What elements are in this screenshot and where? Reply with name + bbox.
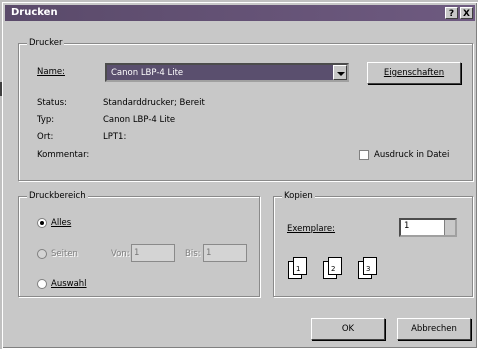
copies-group-label: Kopien	[282, 191, 315, 201]
status-value: Standarddrucker; Bereit	[103, 98, 205, 108]
type-label: Typ:	[37, 115, 55, 125]
to-label: Bis:	[185, 249, 201, 259]
collate-page-front: 2	[328, 257, 342, 275]
copies-count-spinner[interactable]: 1	[399, 218, 457, 237]
range-selection-label[interactable]: Auswahl	[51, 279, 87, 289]
copies-count-label: Exemplare:	[287, 224, 336, 234]
location-label: Ort:	[37, 132, 54, 142]
from-label: Von:	[111, 249, 130, 259]
status-label: Status:	[37, 98, 67, 108]
copies-count-value: 1	[404, 221, 410, 231]
print-to-file-checkbox[interactable]	[359, 150, 369, 160]
properties-button-label: Eigenschaften	[383, 68, 445, 78]
range-pages-radio[interactable]	[37, 249, 47, 259]
copies-group: Kopien	[273, 191, 473, 297]
ok-button[interactable]: OK	[311, 318, 385, 340]
close-button[interactable]: X	[460, 7, 473, 19]
collate-page-number: 3	[366, 265, 371, 273]
spinner-arrows-icon[interactable]	[444, 220, 455, 235]
printer-name-value: Canon LBP-4 Lite	[111, 68, 184, 78]
range-all-radio[interactable]	[37, 218, 47, 228]
collate-page-number: 1	[296, 265, 301, 273]
cancel-button[interactable]: Abbrechen	[397, 318, 471, 340]
collate-page-front: 3	[363, 257, 377, 275]
title-bar: Drucken ? X	[5, 5, 475, 21]
from-input[interactable]: 1	[131, 244, 175, 262]
print-to-file-label[interactable]: Ausdruck in Datei	[374, 150, 449, 160]
print-dialog: Drucken ? X Drucker Name: Canon LBP-4 Li…	[2, 2, 478, 349]
to-input[interactable]: 1	[203, 244, 247, 262]
printer-group-label: Drucker	[27, 38, 65, 48]
range-pages-label[interactable]: Seiten	[51, 249, 78, 259]
printer-name-select[interactable]: Canon LBP-4 Lite	[105, 63, 349, 82]
range-all-label[interactable]: Alles	[51, 218, 71, 228]
location-value: LPT1:	[103, 132, 127, 142]
type-value: Canon LBP-4 Lite	[103, 115, 176, 125]
chevron-down-icon[interactable]	[333, 65, 347, 80]
range-selection-radio[interactable]	[37, 279, 47, 289]
properties-button[interactable]: Eigenschaften	[367, 62, 461, 84]
collate-page-number: 2	[331, 265, 336, 273]
comment-label: Kommentar:	[37, 150, 90, 160]
help-button[interactable]: ?	[445, 7, 458, 19]
name-label: Name:	[37, 67, 65, 77]
window-title: Drucken	[11, 7, 58, 18]
collate-page-front: 1	[293, 257, 307, 275]
print-range-group-label: Druckbereich	[27, 191, 88, 201]
